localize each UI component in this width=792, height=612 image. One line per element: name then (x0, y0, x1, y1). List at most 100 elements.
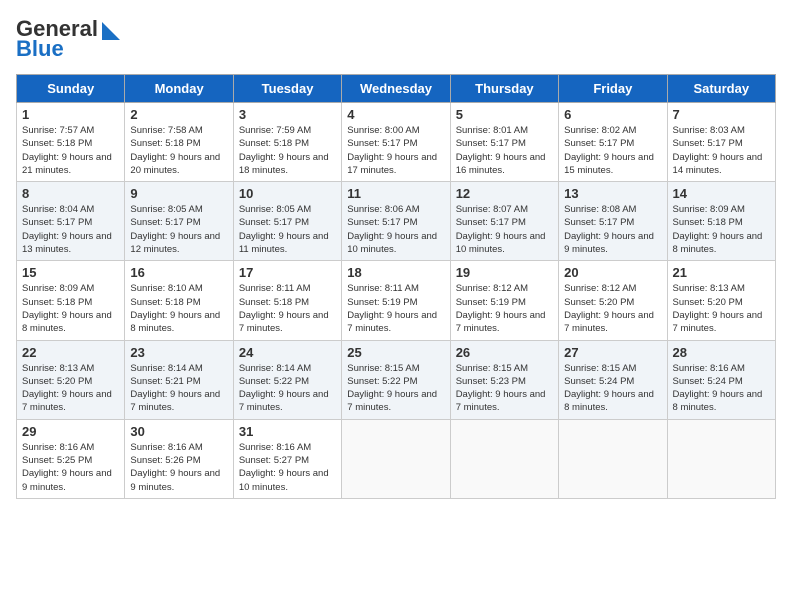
calendar-day-cell: 13Sunrise: 8:08 AMSunset: 5:17 PMDayligh… (559, 182, 667, 261)
calendar-day-cell: 31Sunrise: 8:16 AMSunset: 5:27 PMDayligh… (233, 419, 341, 498)
calendar-day-cell: 2 Sunrise: 7:58 AMSunset: 5:18 PMDaylight… (125, 103, 233, 182)
daylight-text: Daylight: 9 hours and 7 minutes. (456, 310, 546, 334)
day-info: Sunrise: 7:57 AMSunset: 5:18 PMDaylight:… (22, 124, 119, 177)
sunset-text: Sunset: 5:17 PM (22, 217, 92, 228)
day-number: 24 (239, 345, 336, 360)
calendar-day-cell: 22Sunrise: 8:13 AMSunset: 5:20 PMDayligh… (17, 340, 125, 419)
sunrise-text: Sunrise: 8:15 AM (564, 363, 636, 374)
day-info: Sunrise: 8:11 AMSunset: 5:19 PMDaylight:… (347, 282, 444, 335)
logo: General Blue (16, 16, 122, 62)
day-number: 18 (347, 265, 444, 280)
day-info: Sunrise: 8:03 AMSunset: 5:17 PMDaylight:… (673, 124, 770, 177)
calendar-day-cell: 3Sunrise: 7:59 AMSunset: 5:18 PMDaylight… (233, 103, 341, 182)
sunrise-text: Sunrise: 7:58 AM (130, 125, 202, 136)
sunset-text: Sunset: 5:21 PM (130, 376, 200, 387)
calendar-day-cell: 14Sunrise: 8:09 AMSunset: 5:18 PMDayligh… (667, 182, 775, 261)
day-info: Sunrise: 8:02 AMSunset: 5:17 PMDaylight:… (564, 124, 661, 177)
daylight-text: Daylight: 9 hours and 9 minutes. (564, 231, 654, 255)
logo-container: General Blue (16, 16, 122, 62)
calendar-day-cell (450, 419, 558, 498)
day-info: Sunrise: 7:58 AMSunset: 5:18 PMDaylight:… (130, 124, 227, 177)
calendar-day-cell: 24Sunrise: 8:14 AMSunset: 5:22 PMDayligh… (233, 340, 341, 419)
day-info: Sunrise: 8:15 AMSunset: 5:24 PMDaylight:… (564, 362, 661, 415)
day-info: Sunrise: 8:00 AMSunset: 5:17 PMDaylight:… (347, 124, 444, 177)
sunset-text: Sunset: 5:18 PM (239, 297, 309, 308)
daylight-text: Daylight: 9 hours and 17 minutes. (347, 152, 437, 176)
day-info: Sunrise: 8:05 AMSunset: 5:17 PMDaylight:… (239, 203, 336, 256)
day-info: Sunrise: 8:15 AMSunset: 5:22 PMDaylight:… (347, 362, 444, 415)
sunrise-text: Sunrise: 8:09 AM (673, 204, 745, 215)
sunrise-text: Sunrise: 8:07 AM (456, 204, 528, 215)
daylight-text: Daylight: 9 hours and 10 minutes. (239, 468, 329, 492)
daylight-text: Daylight: 9 hours and 7 minutes. (673, 310, 763, 334)
calendar-day-cell: 5Sunrise: 8:01 AMSunset: 5:17 PMDaylight… (450, 103, 558, 182)
sunset-text: Sunset: 5:20 PM (673, 297, 743, 308)
daylight-text: Daylight: 9 hours and 7 minutes. (239, 310, 329, 334)
calendar-day-cell: 23Sunrise: 8:14 AMSunset: 5:21 PMDayligh… (125, 340, 233, 419)
day-info: Sunrise: 8:16 AMSunset: 5:27 PMDaylight:… (239, 441, 336, 494)
sunset-text: Sunset: 5:17 PM (347, 138, 417, 149)
daylight-text: Daylight: 9 hours and 7 minutes. (22, 389, 112, 413)
sunrise-text: Sunrise: 8:16 AM (130, 442, 202, 453)
sunrise-text: Sunrise: 8:16 AM (239, 442, 311, 453)
daylight-text: Daylight: 9 hours and 8 minutes. (130, 310, 220, 334)
calendar-day-cell: 9Sunrise: 8:05 AMSunset: 5:17 PMDaylight… (125, 182, 233, 261)
calendar-day-cell (667, 419, 775, 498)
sunrise-text: Sunrise: 8:12 AM (564, 283, 636, 294)
sunrise-text: Sunrise: 8:01 AM (456, 125, 528, 136)
sunset-text: Sunset: 5:19 PM (456, 297, 526, 308)
calendar-week-row: 1 Sunrise: 7:57 AMSunset: 5:18 PMDaylight… (17, 103, 776, 182)
sunrise-text: Sunrise: 8:06 AM (347, 204, 419, 215)
sunset-text: Sunset: 5:17 PM (673, 138, 743, 149)
calendar-day-cell: 4 Sunrise: 8:00 AMSunset: 5:17 PMDaylight… (342, 103, 450, 182)
daylight-text: Daylight: 9 hours and 7 minutes. (564, 310, 654, 334)
day-number: 8 (22, 186, 119, 201)
daylight-text: Daylight: 9 hours and 9 minutes. (130, 468, 220, 492)
daylight-text: Daylight: 9 hours and 7 minutes. (347, 389, 437, 413)
daylight-text: Daylight: 9 hours and 21 minutes. (22, 152, 112, 176)
calendar-day-cell (342, 419, 450, 498)
calendar-table: SundayMondayTuesdayWednesdayThursdayFrid… (16, 74, 776, 499)
calendar-day-cell: 25Sunrise: 8:15 AMSunset: 5:22 PMDayligh… (342, 340, 450, 419)
sunrise-text: Sunrise: 8:03 AM (673, 125, 745, 136)
calendar-day-cell: 1 Sunrise: 7:57 AMSunset: 5:18 PMDaylight… (17, 103, 125, 182)
day-info: Sunrise: 8:16 AMSunset: 5:26 PMDaylight:… (130, 441, 227, 494)
sunset-text: Sunset: 5:18 PM (673, 217, 743, 228)
day-info: Sunrise: 8:09 AMSunset: 5:18 PMDaylight:… (22, 282, 119, 335)
calendar-day-cell: 10 Sunrise: 8:05 AMSunset: 5:17 PMDayligh… (233, 182, 341, 261)
daylight-text: Daylight: 9 hours and 10 minutes. (347, 231, 437, 255)
day-number: 1 (22, 107, 119, 122)
day-number: 4 (347, 107, 444, 122)
daylight-text: Daylight: 9 hours and 7 minutes. (239, 389, 329, 413)
weekday-header-friday: Friday (559, 75, 667, 103)
sunset-text: Sunset: 5:25 PM (22, 455, 92, 466)
day-number: 7 (673, 107, 770, 122)
calendar-day-cell: 8 Sunrise: 8:04 AMSunset: 5:17 PMDaylight… (17, 182, 125, 261)
sunset-text: Sunset: 5:17 PM (456, 138, 526, 149)
weekday-header-monday: Monday (125, 75, 233, 103)
daylight-text: Daylight: 9 hours and 16 minutes. (456, 152, 546, 176)
calendar-day-cell: 26Sunrise: 8:15 AMSunset: 5:23 PMDayligh… (450, 340, 558, 419)
day-number: 10 (239, 186, 336, 201)
day-number: 17 (239, 265, 336, 280)
calendar-day-cell: 11Sunrise: 8:06 AMSunset: 5:17 PMDayligh… (342, 182, 450, 261)
sunrise-text: Sunrise: 7:59 AM (239, 125, 311, 136)
day-info: Sunrise: 8:16 AMSunset: 5:25 PMDaylight:… (22, 441, 119, 494)
day-number: 13 (564, 186, 661, 201)
day-number: 21 (673, 265, 770, 280)
day-number: 2 (130, 107, 227, 122)
day-number: 11 (347, 186, 444, 201)
daylight-text: Daylight: 9 hours and 18 minutes. (239, 152, 329, 176)
day-info: Sunrise: 8:13 AMSunset: 5:20 PMDaylight:… (673, 282, 770, 335)
sunset-text: Sunset: 5:17 PM (564, 138, 634, 149)
day-number: 16 (130, 265, 227, 280)
day-info: Sunrise: 8:04 AMSunset: 5:17 PMDaylight:… (22, 203, 119, 256)
sunrise-text: Sunrise: 8:05 AM (130, 204, 202, 215)
day-number: 29 (22, 424, 119, 439)
sunrise-text: Sunrise: 8:13 AM (22, 363, 94, 374)
daylight-text: Daylight: 9 hours and 7 minutes. (347, 310, 437, 334)
sunrise-text: Sunrise: 8:11 AM (347, 283, 419, 294)
sunrise-text: Sunrise: 8:14 AM (239, 363, 311, 374)
sunset-text: Sunset: 5:17 PM (239, 217, 309, 228)
calendar-day-cell: 27Sunrise: 8:15 AMSunset: 5:24 PMDayligh… (559, 340, 667, 419)
